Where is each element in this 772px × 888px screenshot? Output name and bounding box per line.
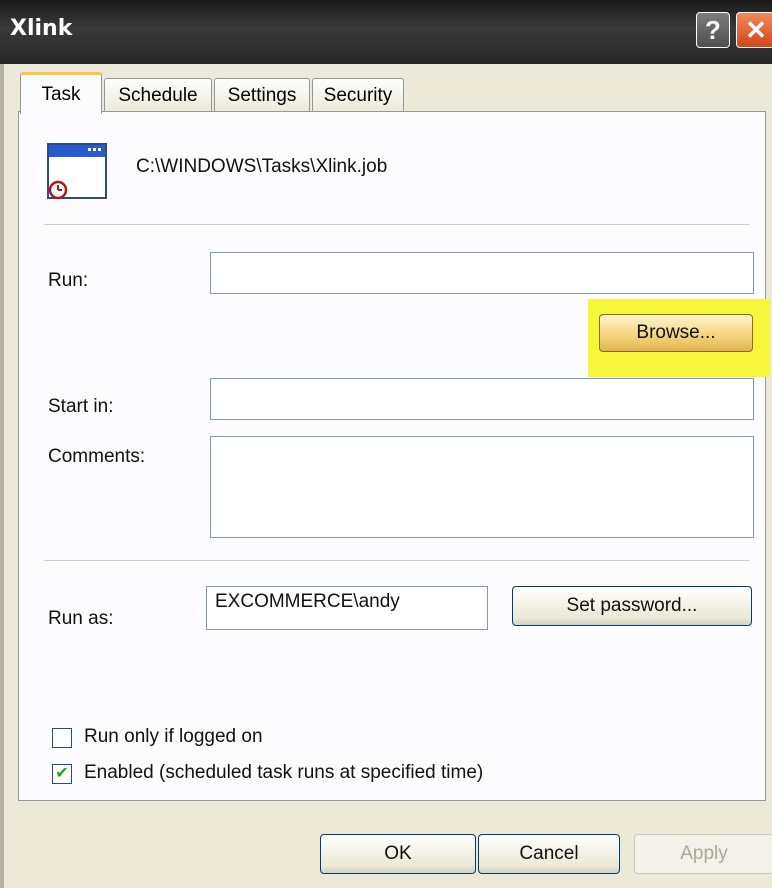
tab-security[interactable]: Security bbox=[312, 78, 404, 112]
comments-input[interactable] bbox=[210, 436, 754, 538]
tab-settings[interactable]: Settings bbox=[214, 78, 310, 112]
set-password-button[interactable]: Set password... bbox=[512, 586, 752, 626]
task-properties-dialog: Task Schedule Settings Security C:\WINDO… bbox=[0, 64, 772, 888]
help-button[interactable]: ? bbox=[696, 12, 730, 48]
run-only-logged-on-checkbox[interactable] bbox=[52, 728, 72, 748]
ok-button[interactable]: OK bbox=[320, 834, 476, 874]
cancel-button[interactable]: Cancel bbox=[478, 834, 620, 874]
tab-task[interactable]: Task bbox=[20, 72, 102, 114]
run-as-label: Run as: bbox=[48, 608, 114, 629]
run-only-logged-on-label: Run only if logged on bbox=[84, 726, 263, 747]
divider bbox=[44, 560, 750, 561]
scheduled-task-icon bbox=[44, 142, 110, 202]
task-file-path: C:\WINDOWS\Tasks\Xlink.job bbox=[136, 156, 388, 177]
enabled-checkbox[interactable]: ✔ bbox=[52, 764, 72, 784]
start-in-label: Start in: bbox=[48, 396, 114, 417]
run-label: Run: bbox=[48, 270, 89, 291]
tab-schedule[interactable]: Schedule bbox=[104, 78, 212, 112]
comments-label: Comments: bbox=[48, 446, 146, 467]
run-input[interactable] bbox=[210, 252, 754, 294]
run-as-input[interactable]: EXCOMMERCE\andy bbox=[206, 586, 488, 630]
window-title: Xlink bbox=[10, 16, 73, 41]
browse-button[interactable]: Browse... bbox=[599, 314, 753, 352]
enabled-label: Enabled (scheduled task runs at specifie… bbox=[84, 762, 484, 783]
apply-button[interactable]: Apply bbox=[634, 834, 772, 874]
start-in-input[interactable] bbox=[210, 378, 754, 420]
close-button[interactable]: ✕ bbox=[736, 12, 772, 48]
title-bar[interactable]: Xlink ? ✕ bbox=[0, 0, 772, 64]
divider bbox=[44, 224, 750, 225]
